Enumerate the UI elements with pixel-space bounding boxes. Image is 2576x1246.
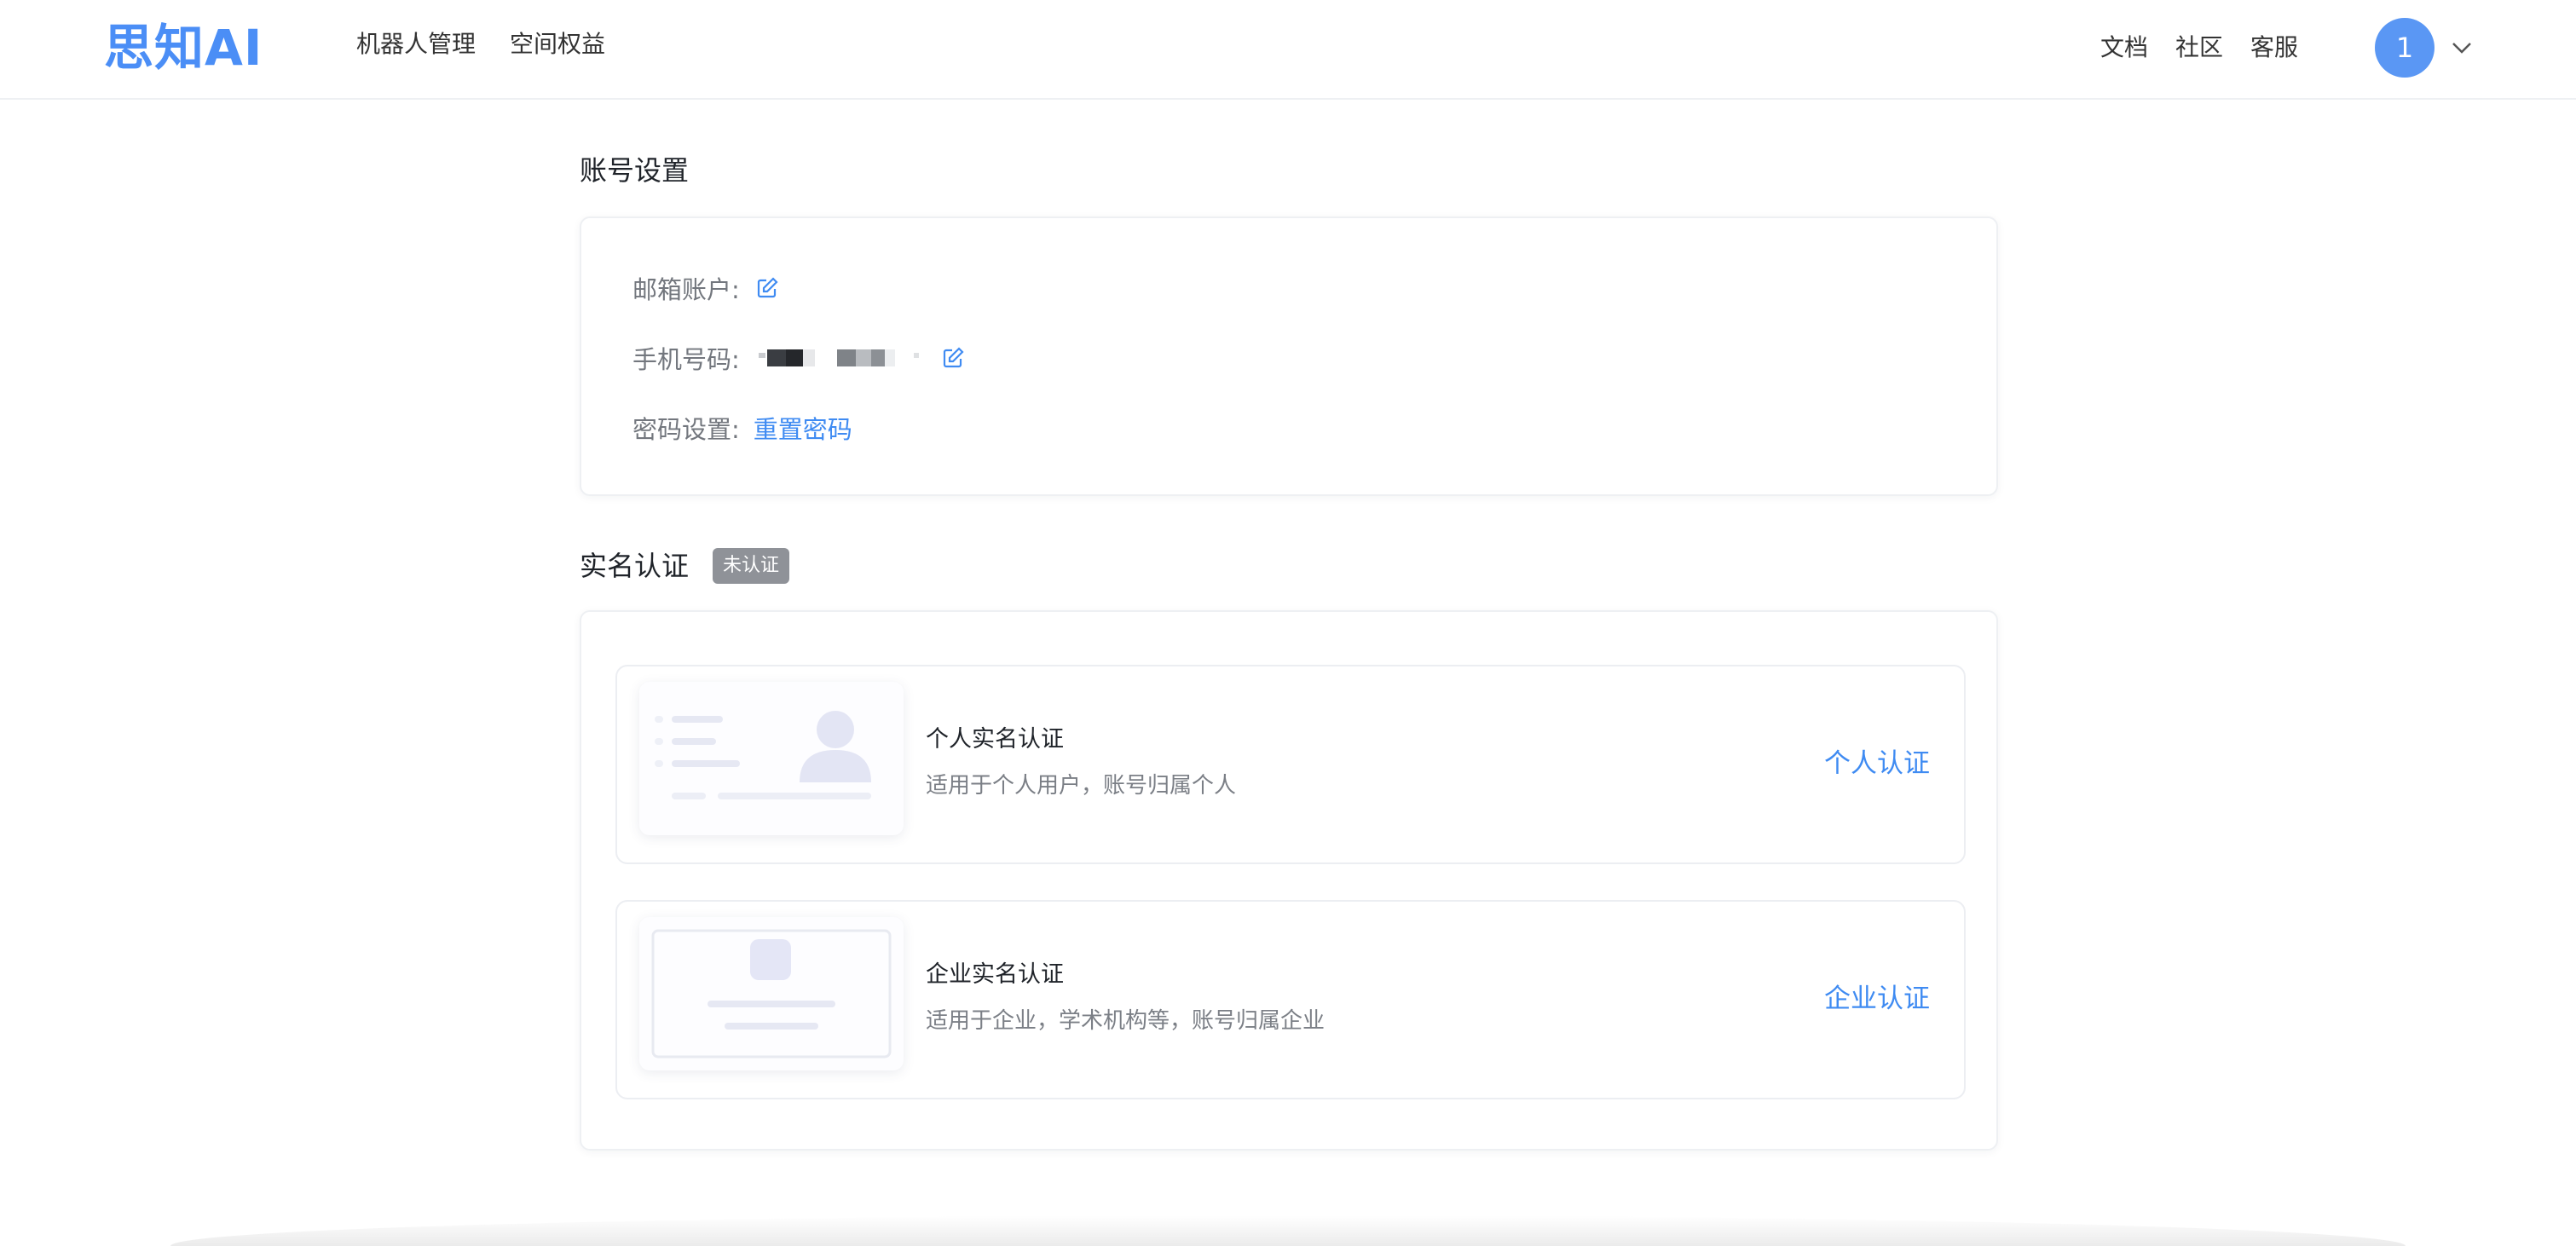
enterprise-verification-title: 企业实名认证 [926,961,1064,988]
avatar[interactable]: 1 [2375,18,2434,78]
verification-card: 个人实名认证 适用于个人用户，账号归属个人 个人认证 企业实名认证 适用于企业，… [580,610,1998,1151]
password-row: 密码设置: 重置密码 [632,407,852,448]
email-label: 邮箱账户: [632,275,740,304]
personal-verify-button[interactable]: 个人认证 [1824,745,1930,782]
phone-row: 手机号码: [632,337,965,378]
id-card-illustration [639,682,904,835]
nav-community[interactable]: 社区 [2175,29,2223,66]
page-bottom-shadow [170,1215,2406,1246]
enterprise-illustration [639,917,904,1070]
building-icon [651,929,892,1059]
enterprise-verify-button[interactable]: 企业认证 [1824,980,1930,1018]
phone-number-masked [758,349,919,366]
personal-verification-title: 个人实名认证 [926,726,1064,753]
verification-title: 实名认证 [580,550,690,582]
nav-customer-service[interactable]: 客服 [2250,29,2298,66]
personal-verification-item: 个人实名认证 适用于个人用户，账号归属个人 个人认证 [615,665,1966,864]
secondary-nav: 文档 社区 客服 [2100,29,2325,66]
phone-label: 手机号码: [632,345,740,374]
nav-space-benefits[interactable]: 空间权益 [510,26,605,63]
enterprise-verification-item: 企业实名认证 适用于企业，学术机构等，账号归属企业 企业认证 [615,900,1966,1099]
chevron-down-icon[interactable] [2450,39,2474,56]
top-navbar: 思知AI 机器人管理 空间权益 文档 社区 客服 1 [0,0,2576,100]
account-settings-card: 邮箱账户: 手机号码: 密码设置: 重置密码 [580,216,1998,496]
nav-robot-management[interactable]: 机器人管理 [356,26,476,63]
status-badge: 未认证 [713,548,790,584]
account-settings-title: 账号设置 [580,154,690,187]
nav-docs[interactable]: 文档 [2100,29,2148,66]
email-row: 邮箱账户: [632,268,779,309]
reset-password-link[interactable]: 重置密码 [754,410,852,446]
id-card-icon [655,711,871,799]
main-nav: 机器人管理 空间权益 [356,26,639,63]
personal-verification-desc: 适用于个人用户，账号归属个人 [926,773,1237,799]
password-label: 密码设置: [632,415,740,444]
edit-email-icon[interactable] [755,276,779,300]
logo[interactable]: 思知AI [104,15,263,80]
enterprise-verification-desc: 适用于企业，学术机构等，账号归属企业 [926,1008,1326,1034]
edit-phone-icon[interactable] [941,346,965,370]
